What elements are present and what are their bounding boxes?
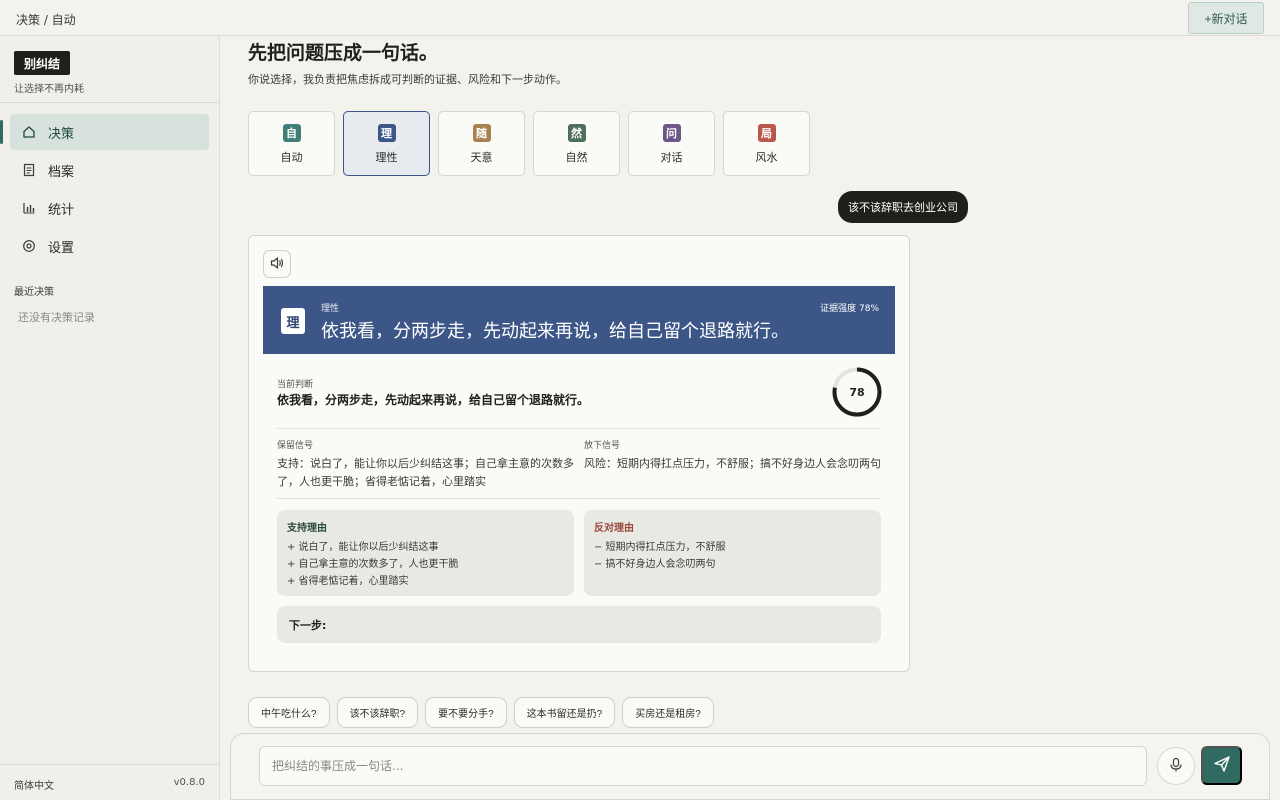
sidebar: 别纠结 让选择不再内耗 决策 档案 统计 设置 最近决策 还没有决策记录 简体中…: [0, 36, 220, 800]
mode-glyph: 局: [757, 124, 776, 142]
sidebar-item-settings[interactable]: 设置: [10, 228, 209, 264]
brand-logo: 别纠结: [14, 51, 71, 75]
pros-item: + 自己拿主意的次数多了，人也更干脆: [287, 559, 459, 570]
send-button[interactable]: [1201, 746, 1242, 785]
recent-decisions-empty: 还没有决策记录: [18, 311, 95, 324]
page-subtitle: 你说选择，我负责把焦虑拆成可判断的证据、风险和下一步动作。: [248, 73, 567, 86]
cons-item: − 搞不好身边人会念叨两句: [594, 559, 716, 570]
pros-title: 支持理由: [287, 523, 327, 534]
keep-signal-label: 保留信号: [277, 441, 314, 451]
drop-signal-text: 风险：短期内得扛点压力，不舒服；搞不好身边人会念叨两句: [584, 457, 881, 470]
verdict-banner: 理 理性 证据强度 78% 依我看，分两步走，先动起来再说，给自己留个退路就行。: [263, 286, 895, 354]
mode-label: 自然: [565, 151, 588, 164]
answer-card: 理 理性 证据强度 78% 依我看，分两步走，先动起来再说，给自己留个退路就行。…: [248, 235, 910, 672]
suggestion-chip[interactable]: 要不要分手?: [425, 697, 507, 728]
composer: [230, 733, 1270, 800]
cons-item: − 短期内得扛点压力，不舒服: [594, 542, 726, 553]
recent-decisions-title: 最近决策: [14, 287, 54, 298]
sidebar-item-label: 档案: [48, 164, 75, 180]
next-step: 下一步:: [277, 606, 881, 643]
evidence-strength: 证据强度 78%: [820, 304, 879, 314]
sidebar-item-archive[interactable]: 档案: [10, 152, 209, 188]
keep-signal-text: 支持：说白了，能让你以后少纠结这事；自己拿主意的次数多了，人也更干脆；省得老惦记…: [277, 457, 574, 488]
mode-dialogue[interactable]: 问 对话: [628, 111, 715, 176]
sidebar-divider: [0, 102, 219, 103]
mode-label: 风水: [755, 151, 778, 164]
read-aloud-button[interactable]: [263, 250, 291, 278]
bar-chart-icon: [22, 201, 36, 215]
document-icon: [22, 163, 36, 177]
sidebar-nav: 决策 档案 统计 设置: [0, 114, 209, 266]
sidebar-footer: 简体中文 v0.8.0: [0, 764, 219, 800]
microphone-icon: [1168, 757, 1184, 776]
speaker-icon: [269, 255, 285, 274]
brand-tagline: 让选择不再内耗: [14, 84, 84, 95]
mode-label: 对话: [660, 151, 683, 164]
home-icon: [22, 125, 36, 139]
mode-nature[interactable]: 然 自然: [533, 111, 620, 176]
suggestion-chip[interactable]: 中午吃什么?: [248, 697, 330, 728]
language-selector[interactable]: 简体中文: [14, 777, 54, 792]
mode-label: 理性: [375, 151, 398, 164]
pros-item: + 省得老惦记着，心里踏实: [287, 576, 409, 587]
version-label: v0.8.0: [173, 777, 205, 788]
mode-label: 自动: [280, 151, 303, 164]
suggestion-chip[interactable]: 该不该辞职?: [336, 697, 419, 728]
cons-box: 反对理由 − 短期内得扛点压力，不舒服 − 搞不好身边人会念叨两句: [584, 510, 881, 596]
mode-glyph: 自: [282, 124, 301, 142]
pros-item: + 说白了，能让你以后少纠结这事: [287, 542, 439, 553]
banner-mode-label: 理性: [321, 304, 340, 314]
mode-glyph: 然: [567, 124, 586, 142]
gear-icon: [22, 239, 36, 253]
drop-signal-label: 放下信号: [584, 441, 621, 451]
sidebar-item-label: 设置: [48, 240, 75, 256]
mode-glyph: 理: [377, 124, 396, 142]
cons-title: 反对理由: [594, 523, 634, 534]
message-input[interactable]: [259, 746, 1147, 786]
divider: [277, 498, 881, 499]
top-bar: 决策 / 自动 +新对话: [0, 0, 1280, 36]
mode-glyph: 随: [472, 124, 491, 142]
pros-box: 支持理由 + 说白了，能让你以后少纠结这事 + 自己拿主意的次数多了，人也更干脆…: [277, 510, 574, 596]
current-judgment-label: 当前判断: [277, 380, 314, 390]
user-message-bubble: 该不该辞职去创业公司: [838, 191, 968, 223]
mode-rational[interactable]: 理 理性: [343, 111, 430, 176]
page-title: 先把问题压成一句话。: [248, 42, 439, 64]
suggestion-chip[interactable]: 这本书留还是扔?: [513, 697, 616, 728]
current-judgment-text: 依我看，分两步走，先动起来再说，给自己留个退路就行。: [277, 393, 590, 407]
voice-input-button[interactable]: [1157, 747, 1195, 785]
sidebar-item-label: 决策: [48, 126, 75, 142]
mode-selector: 自 自动 理 理性 随 天意 然 自然 问 对话 局 风水: [248, 111, 810, 176]
mode-label: 天意: [470, 151, 493, 164]
mode-fate[interactable]: 随 天意: [438, 111, 525, 176]
breadcrumb: 决策 / 自动: [16, 13, 76, 27]
sidebar-item-decision[interactable]: 决策: [0, 114, 209, 150]
new-chat-button[interactable]: +新对话: [1188, 2, 1264, 34]
mode-fengshui[interactable]: 局 风水: [723, 111, 810, 176]
divider: [277, 428, 881, 429]
sidebar-item-label: 统计: [48, 202, 75, 218]
score-value: 78: [849, 385, 865, 399]
suggestion-chips: 中午吃什么? 该不该辞职? 要不要分手? 这本书留还是扔? 买房还是租房?: [248, 697, 714, 728]
suggestion-chip[interactable]: 买房还是租房?: [622, 697, 714, 728]
verdict-text: 依我看，分两步走，先动起来再说，给自己留个退路就行。: [321, 321, 789, 342]
sidebar-item-stats[interactable]: 统计: [10, 190, 209, 226]
active-indicator: [0, 120, 3, 144]
mode-badge: 理: [281, 308, 305, 334]
send-icon: [1213, 755, 1231, 776]
mode-glyph: 问: [662, 124, 681, 142]
mode-auto[interactable]: 自 自动: [248, 111, 335, 176]
